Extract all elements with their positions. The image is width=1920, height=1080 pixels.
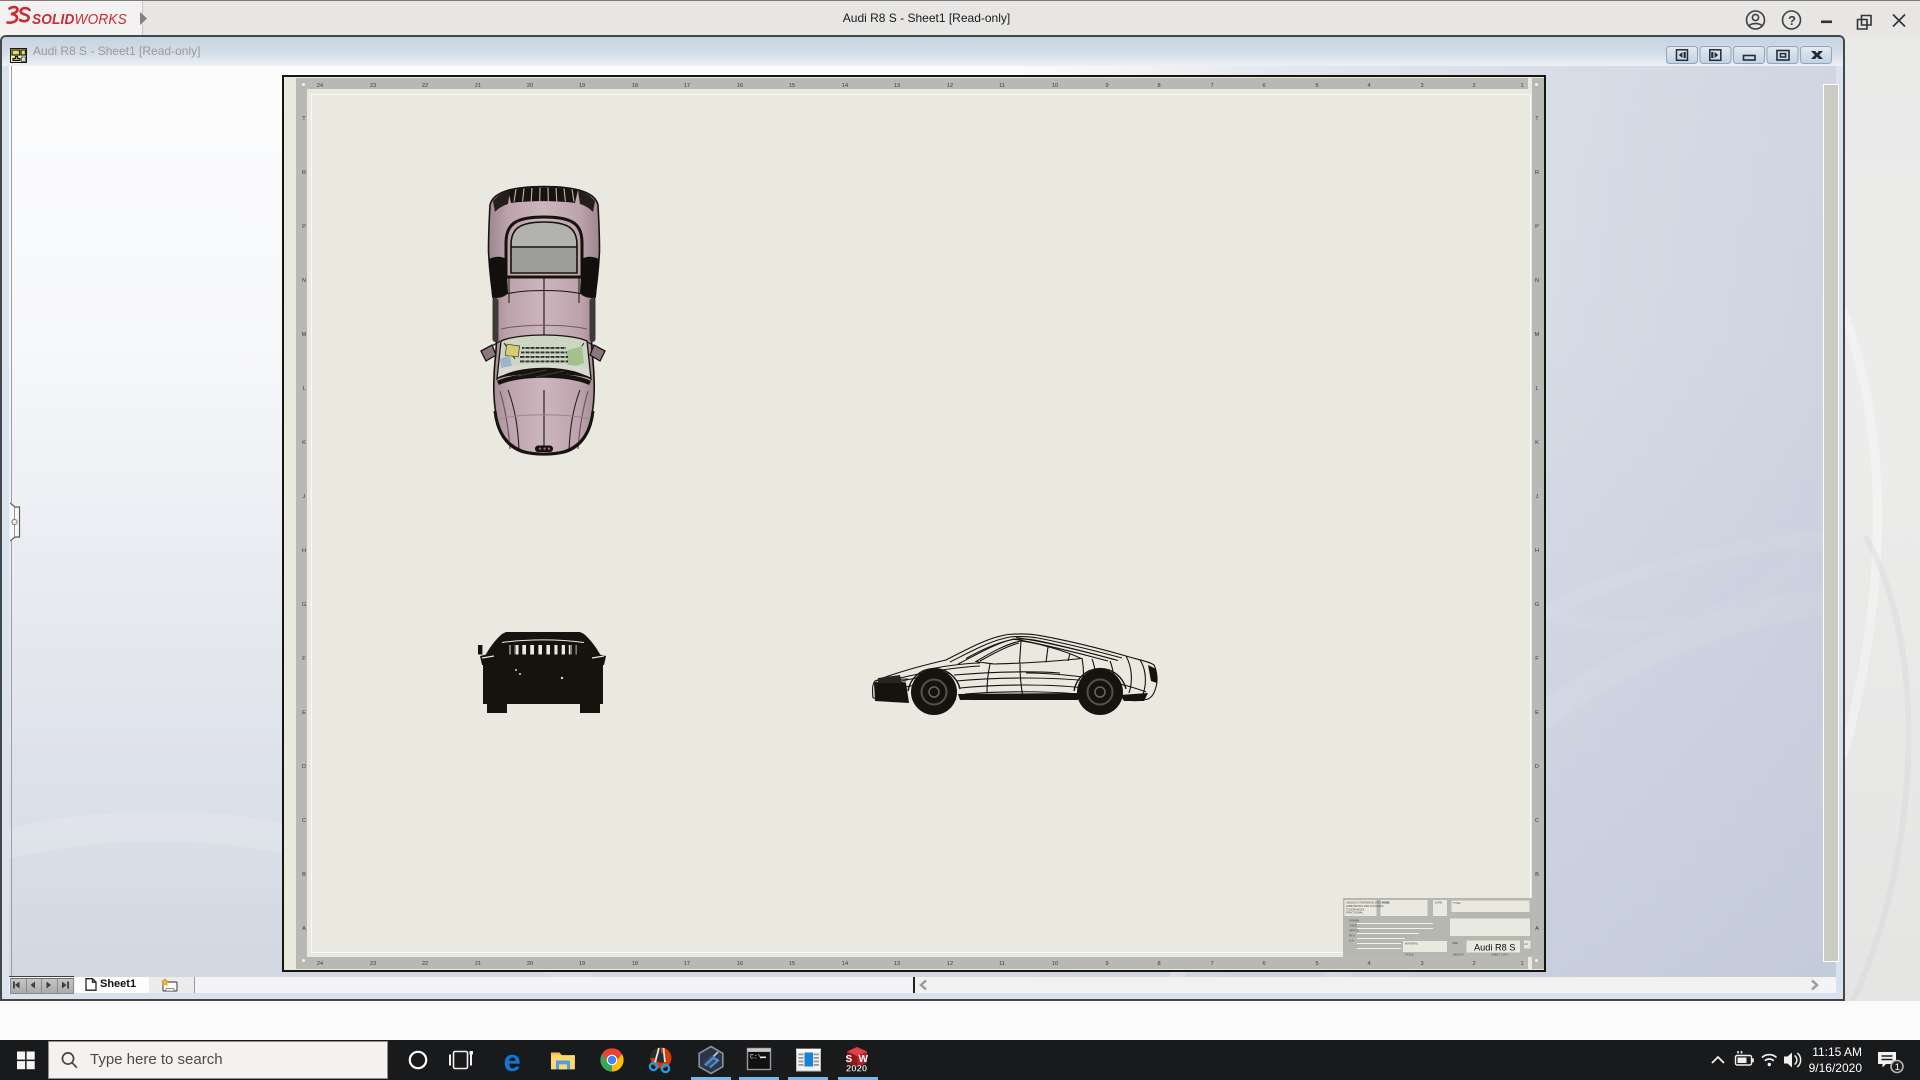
svg-text:A3: A3 (1525, 942, 1529, 946)
svg-text:NAME: NAME (1382, 901, 1390, 905)
svg-text:SIZE: SIZE (1452, 941, 1458, 945)
svg-text:SCALE: SCALE (1405, 953, 1414, 957)
svg-text:FRACTIONAL: FRACTIONAL (1346, 911, 1364, 915)
svg-text:e: e (504, 1043, 521, 1078)
svg-text:2020: 2020 (846, 1064, 867, 1075)
svg-text:1: 1 (1895, 1062, 1900, 1073)
svg-text:MFG: MFG (1349, 934, 1355, 938)
svg-text:DRAWN: DRAWN (1349, 919, 1359, 923)
svg-text:MATERIAL: MATERIAL (1405, 942, 1419, 946)
svg-text:SHEET 1 OF 1: SHEET 1 OF 1 (1491, 953, 1509, 957)
svg-text:WEIGHT:: WEIGHT: (1453, 953, 1464, 957)
svg-text:?: ? (1788, 13, 1796, 28)
svg-text:APPV'D: APPV'D (1349, 929, 1359, 933)
svg-text:Audi R8 S: Audi R8 S (1474, 943, 1515, 953)
svg-text:CHK'D: CHK'D (1349, 924, 1357, 928)
svg-text:DATE: DATE (1435, 901, 1442, 905)
svg-text:Q.A: Q.A (1349, 939, 1354, 943)
svg-text:SOLIDWORKS: SOLIDWORKS (32, 11, 127, 27)
svg-text:TITLE:: TITLE: (1453, 901, 1461, 905)
